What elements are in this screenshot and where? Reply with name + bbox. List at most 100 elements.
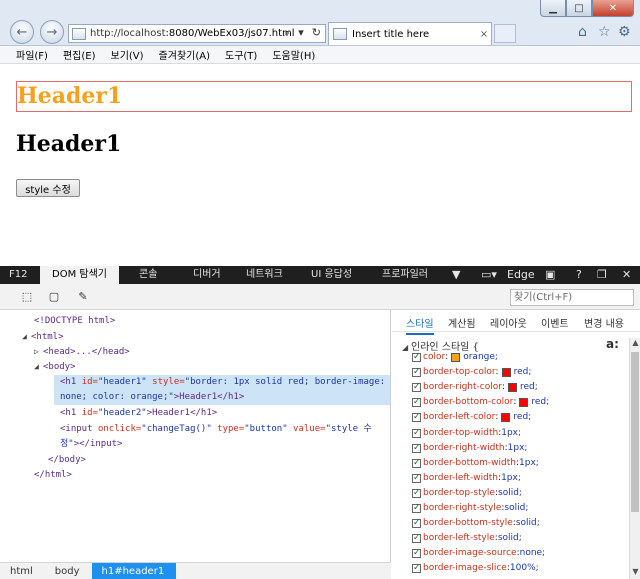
tab-styles[interactable]: 스타일 <box>406 315 434 335</box>
property-name[interactable]: border-bottom-style <box>423 516 513 531</box>
property-name[interactable]: border-image-source <box>423 546 517 561</box>
property-value[interactable]: 1px; <box>519 456 539 471</box>
property-value[interactable]: solid; <box>498 531 522 546</box>
gear-icon[interactable]: ⚙ <box>618 24 631 40</box>
style-property-row[interactable]: border-left-style: solid; <box>412 531 522 546</box>
style-property-row[interactable]: border-top-style: solid; <box>412 486 522 501</box>
property-value[interactable]: red; <box>513 410 531 425</box>
scroll-down-icon[interactable]: ▼ <box>630 567 640 579</box>
sort-az-icon[interactable]: a: <box>606 337 619 351</box>
console-toggle-icon[interactable]: ▣ <box>545 266 555 284</box>
style-property-row[interactable]: border-bottom-style: solid; <box>412 516 540 531</box>
style-property-row[interactable]: color: orange; <box>412 350 498 365</box>
tab-events[interactable]: 이벤트 <box>541 315 569 330</box>
property-name[interactable]: border-right-color <box>423 380 502 395</box>
maximize-button[interactable]: □ <box>566 0 592 17</box>
menu-edit[interactable]: 편집(E) <box>63 47 96 62</box>
scroll-up-icon[interactable]: ▲ <box>630 338 640 350</box>
tab-computed[interactable]: 계산됨 <box>448 315 476 330</box>
dom-head-node[interactable]: ▷ <head>...</head> <box>34 345 130 359</box>
style-property-row[interactable]: border-top-width: 1px; <box>412 426 521 441</box>
property-name[interactable]: border-right-width <box>423 441 505 456</box>
tab-layout[interactable]: 레이아웃 <box>490 315 527 330</box>
property-name[interactable]: border-top-color <box>423 365 496 380</box>
property-value[interactable]: 100%; <box>510 561 539 576</box>
expanded-triangle-icon[interactable]: ◢ <box>34 360 43 373</box>
color-swatch-icon[interactable] <box>508 383 517 393</box>
style-edit-button[interactable]: style 수정 <box>16 179 80 197</box>
more-tabs-icon[interactable]: ▼ <box>452 266 460 284</box>
dropdown-icon[interactable]: ▾ <box>298 26 304 40</box>
property-checkbox[interactable] <box>412 395 421 410</box>
property-checkbox[interactable] <box>412 380 421 395</box>
property-name[interactable]: border-top-style <box>423 486 495 501</box>
style-property-row[interactable]: border-left-width: 1px; <box>412 471 521 486</box>
styles-scrollbar[interactable]: ▲ ▼ <box>629 338 640 579</box>
color-swatch-icon[interactable] <box>501 368 511 378</box>
property-checkbox[interactable] <box>412 426 421 441</box>
property-checkbox[interactable] <box>412 486 421 501</box>
property-checkbox[interactable] <box>412 561 421 576</box>
tab-ui-responsiveness[interactable]: UI 응답성 <box>311 266 352 284</box>
tab-console[interactable]: 콘솔 <box>139 266 157 284</box>
home-icon[interactable]: ⌂ <box>578 24 587 40</box>
property-checkbox[interactable] <box>412 471 421 486</box>
find-input[interactable] <box>510 289 634 306</box>
property-name[interactable]: border-right-style <box>423 501 501 516</box>
address-bar[interactable]: http://localhost:8080/WebEx03/js07.html … <box>68 24 326 43</box>
collapsed-triangle-icon[interactable]: ▷ <box>34 345 43 358</box>
emulation-icon[interactable]: ▭▾ <box>481 266 497 284</box>
property-value[interactable]: orange; <box>463 350 498 365</box>
style-property-row[interactable]: border-bottom-color: red; <box>412 395 549 410</box>
property-name[interactable]: border-top-width <box>423 426 498 441</box>
dom-body-node[interactable]: ◢ <body> <box>34 360 76 374</box>
breadcrumb-h1-header1[interactable]: h1#header1 <box>91 562 177 579</box>
style-property-row[interactable]: border-right-width: 1px; <box>412 441 527 456</box>
menu-tools[interactable]: 도구(T) <box>225 47 257 62</box>
property-value[interactable]: solid; <box>498 486 522 501</box>
new-tab-button[interactable] <box>494 24 516 43</box>
select-element-icon[interactable]: ⬚ <box>20 290 34 303</box>
breadcrumb-html[interactable]: html <box>0 563 45 579</box>
tab-profiler[interactable]: 프로파일러 <box>382 266 428 284</box>
refresh-icon[interactable]: ↻ <box>312 26 321 40</box>
breadcrumb-body[interactable]: body <box>45 563 92 579</box>
scroll-thumb[interactable] <box>631 352 639 512</box>
menu-favorites[interactable]: 즐겨찾기(A) <box>159 47 210 62</box>
property-value[interactable]: red; <box>514 365 532 380</box>
menu-help[interactable]: 도움말(H) <box>272 47 315 62</box>
property-value[interactable]: solid; <box>516 516 540 531</box>
browser-tab[interactable]: Insert title here × <box>328 22 492 45</box>
menu-file[interactable]: 파일(F) <box>16 47 48 62</box>
property-value[interactable]: red; <box>520 380 538 395</box>
tab-debugger[interactable]: 디버거 <box>193 266 221 284</box>
property-name[interactable]: color <box>423 350 445 365</box>
dom-input-line2[interactable]: 정"></input> <box>60 438 122 451</box>
color-swatch-icon[interactable] <box>451 353 461 362</box>
forward-button[interactable]: → <box>40 20 64 44</box>
close-window-button[interactable]: ✕ <box>592 0 634 17</box>
property-value[interactable]: none; <box>520 546 545 561</box>
property-checkbox[interactable] <box>412 546 421 561</box>
dom-h1-header1-line2[interactable]: none; color: orange;">Header1</h1> <box>60 391 244 404</box>
property-name[interactable]: border-left-color <box>423 410 495 425</box>
style-property-row[interactable]: border-left-color: red; <box>412 410 531 425</box>
tab-changes[interactable]: 변경 내용 <box>584 315 624 330</box>
property-name[interactable]: border-image-slice <box>423 561 507 576</box>
property-checkbox[interactable] <box>412 501 421 516</box>
dom-body-close[interactable]: </body> <box>48 454 86 467</box>
tab-close-icon[interactable]: × <box>477 29 491 40</box>
dom-html-node[interactable]: ◢ <html> <box>22 330 64 344</box>
property-value[interactable]: 1px; <box>501 426 521 441</box>
edge-mode-label[interactable]: Edge <box>507 266 535 284</box>
property-checkbox[interactable] <box>412 350 421 365</box>
style-property-row[interactable]: border-right-color: red; <box>412 380 538 395</box>
highlight-element-icon[interactable]: ▢ <box>47 290 61 303</box>
color-swatch-icon[interactable] <box>519 398 529 408</box>
property-checkbox[interactable] <box>412 456 421 471</box>
menu-view[interactable]: 보기(V) <box>111 47 144 62</box>
property-name[interactable]: border-left-width <box>423 471 498 486</box>
close-devtools-icon[interactable]: ✕ <box>622 266 631 284</box>
style-property-row[interactable]: border-image-slice: 100%; <box>412 561 539 576</box>
style-property-row[interactable]: border-right-style: solid; <box>412 501 528 516</box>
